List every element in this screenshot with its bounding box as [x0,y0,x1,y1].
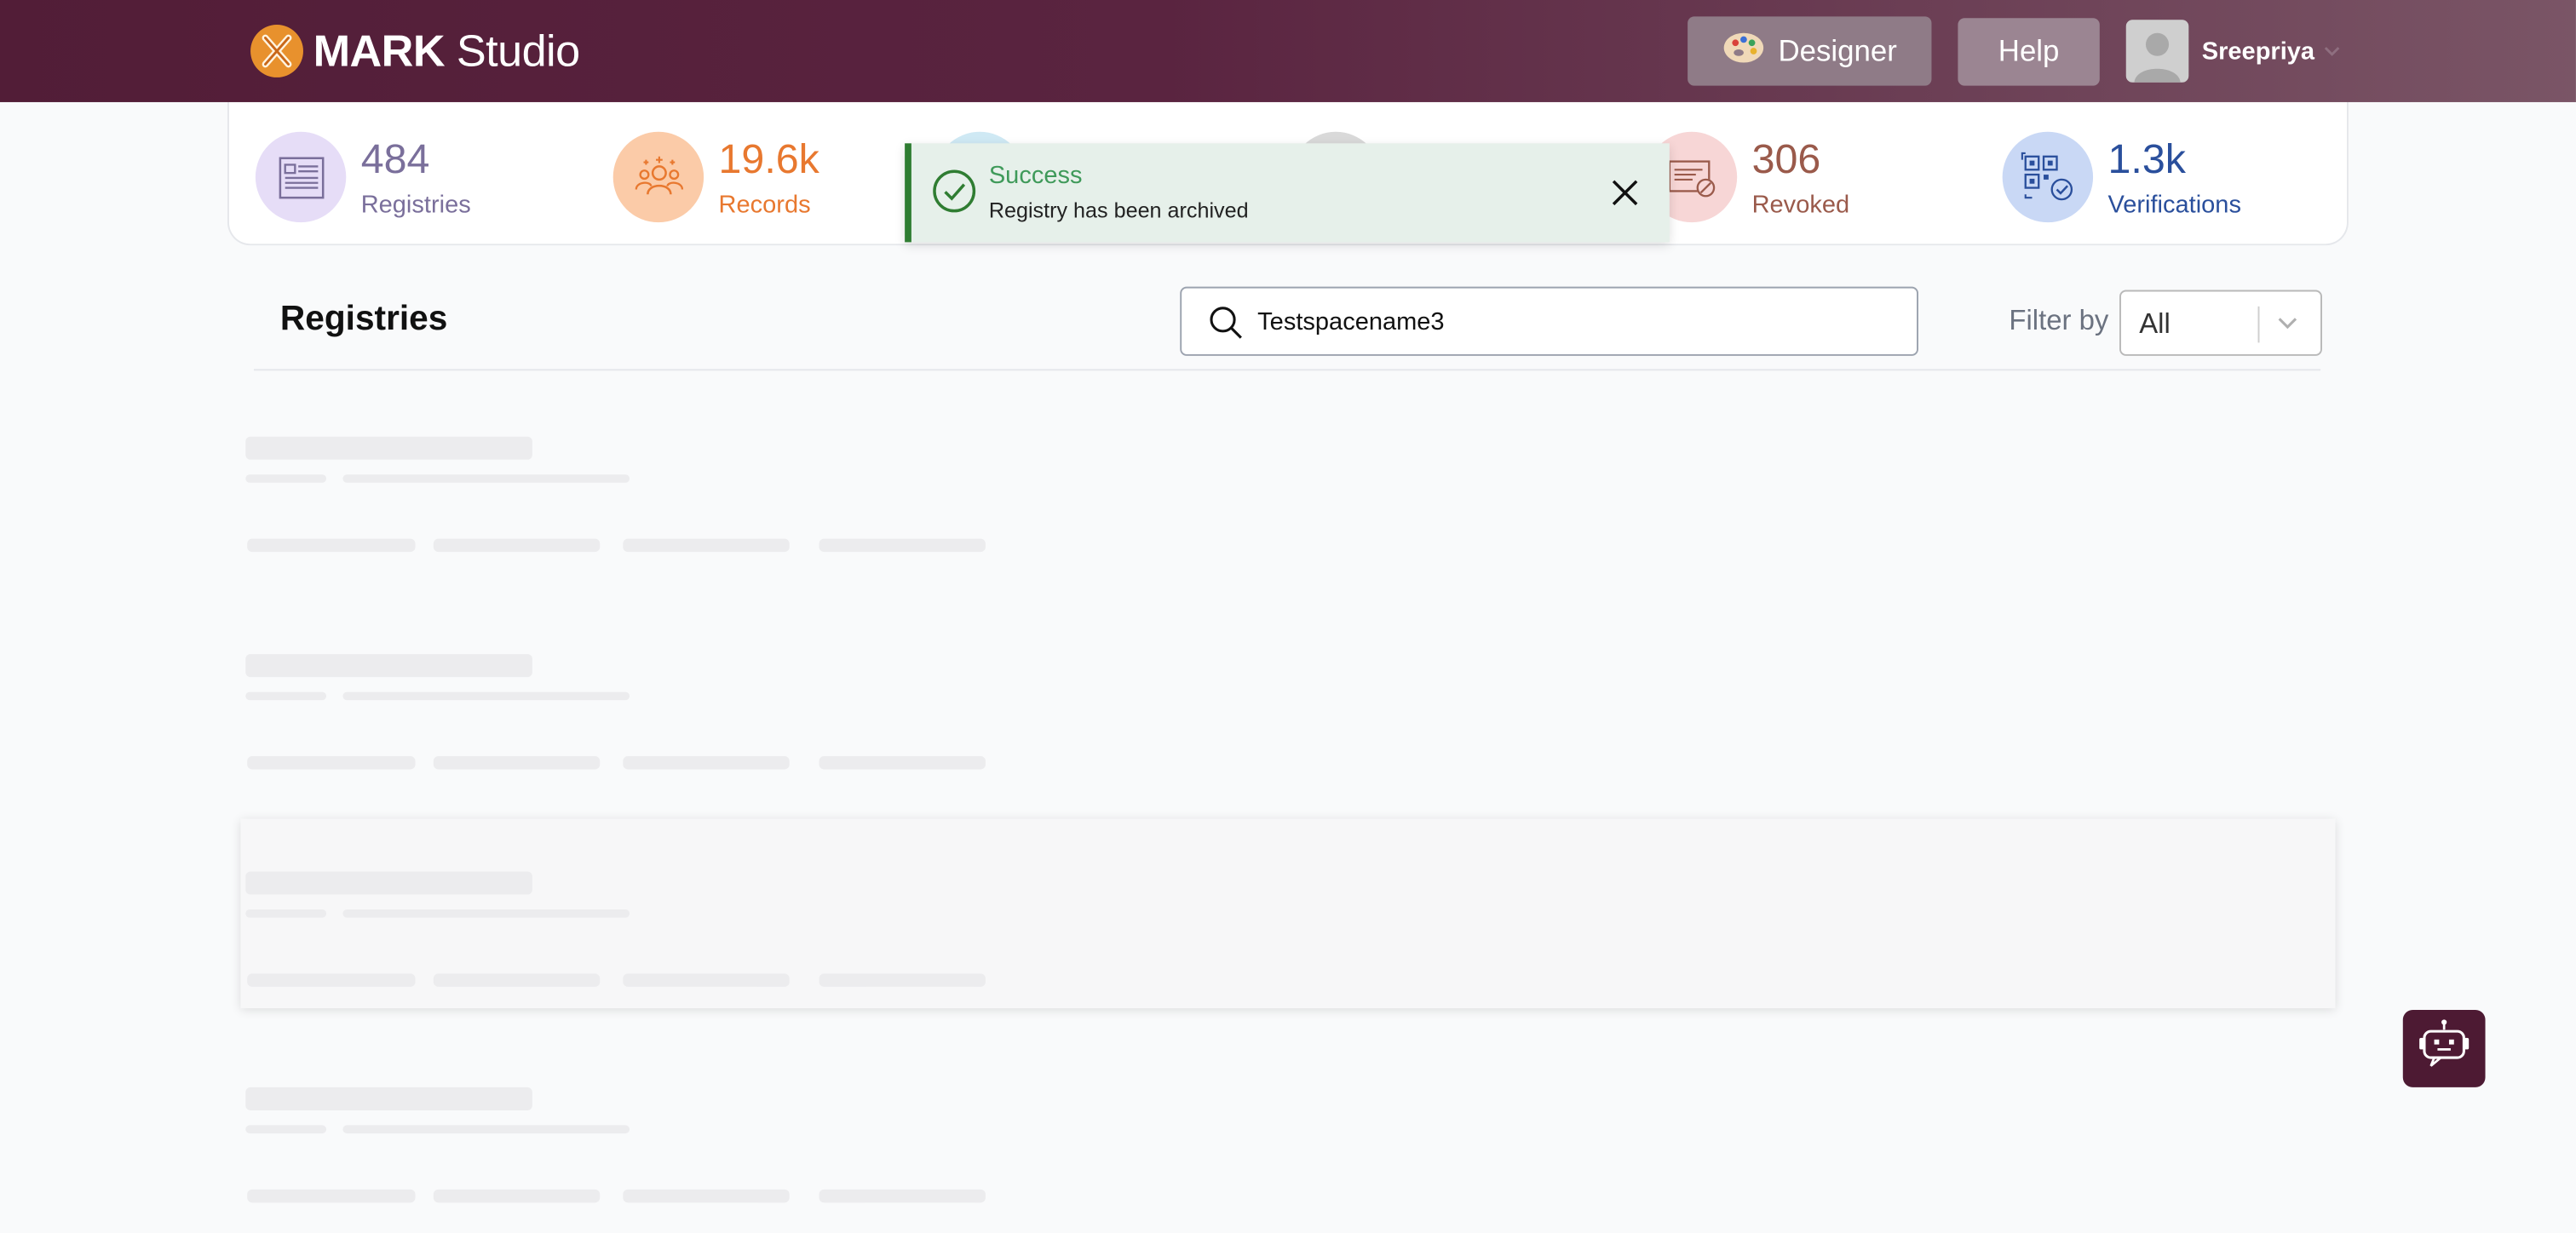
filter-selected-value: All [2139,307,2171,340]
skeleton-row [240,1033,2335,1222]
stat-value: 19.6k [718,135,819,182]
skeleton-line [247,1189,416,1203]
search-icon [1208,305,1245,349]
search-box[interactable] [1180,286,1918,356]
filter-label: Filter by [2009,304,2109,336]
designer-button[interactable]: Designer [1688,16,1932,86]
avatar [2125,20,2189,83]
skeleton-line [247,973,416,987]
search-input[interactable] [1257,301,1900,341]
skeleton-line [819,973,986,987]
skeleton-line [342,909,630,918]
skeleton-line [819,538,986,553]
stat-records[interactable]: 19.6k Records [612,131,819,223]
stat-verifications[interactable]: 1.3k Verifications [2002,131,2241,223]
chatbot-button[interactable] [2402,1009,2486,1087]
skeleton-line [247,756,416,770]
stat-value: 1.3k [2107,135,2186,182]
skeleton-line [433,1189,601,1203]
toast-title: Success [988,161,1083,190]
skeleton-line [819,756,986,770]
skeleton-line [433,756,601,770]
check-circle-icon [931,168,977,222]
skeleton-line [623,973,790,987]
skeleton-title [245,654,532,678]
stat-label: Records [718,190,811,219]
stat-registries[interactable]: 484 Registries [255,131,471,223]
skeleton-row[interactable] [240,818,2336,1009]
toast-message: Registry has been archived [988,198,1249,223]
stat-label: Verifications [2107,190,2241,219]
skeleton-line [623,756,790,770]
chevron-down-icon [2276,312,2299,343]
stat-value: 484 [360,135,430,182]
designer-label: Designer [1778,33,1897,67]
robot-icon [2416,1018,2472,1080]
page-title: Registries [279,300,448,338]
help-button[interactable]: Help [1958,18,2100,86]
stat-value: 306 [1751,135,1821,182]
skeleton-title [245,871,532,895]
skeleton-line [247,538,416,553]
skeleton-line [245,691,327,701]
skeleton-line [245,474,327,483]
stat-label: Revoked [1751,190,1850,219]
people-icon [612,131,704,223]
divider [2257,306,2260,343]
qr-verify-icon [2002,131,2094,223]
skeleton-line [342,691,630,701]
brand-logo[interactable]: MARK Studio [250,23,581,79]
help-label: Help [1998,34,2060,68]
mark-logo-icon [250,25,303,77]
skeleton-line [819,1189,986,1203]
skeleton-line [245,909,327,918]
skeleton-title [245,436,532,460]
skeleton-line [342,474,630,483]
skeleton-title [245,1087,532,1110]
success-toast: Success Registry has been archived [905,143,1670,243]
user-menu[interactable]: Sreepriya [2125,20,2341,83]
close-icon[interactable] [1610,178,1640,215]
skeleton-line [623,1189,790,1203]
user-name: Sreepriya [2201,37,2315,66]
skeleton-line [623,538,790,553]
skeleton-line [433,973,601,987]
skeleton-row [240,382,2335,571]
skeleton-line [342,1125,630,1134]
palette-icon [1722,31,1765,72]
brand-name: MARK Studio [313,25,581,76]
filter-select[interactable]: All [2119,290,2322,356]
stat-revoked[interactable]: 306 Revoked [1646,131,1850,223]
top-navigation-bar: MARK Studio Designer Help Sreepriya [0,0,2576,102]
chevron-down-icon [2325,39,2341,62]
section-divider [253,369,2321,371]
registry-icon [255,131,347,223]
skeleton-row [240,599,2335,789]
stat-label: Registries [360,190,471,219]
skeleton-line [245,1125,327,1134]
skeleton-line [433,538,601,553]
